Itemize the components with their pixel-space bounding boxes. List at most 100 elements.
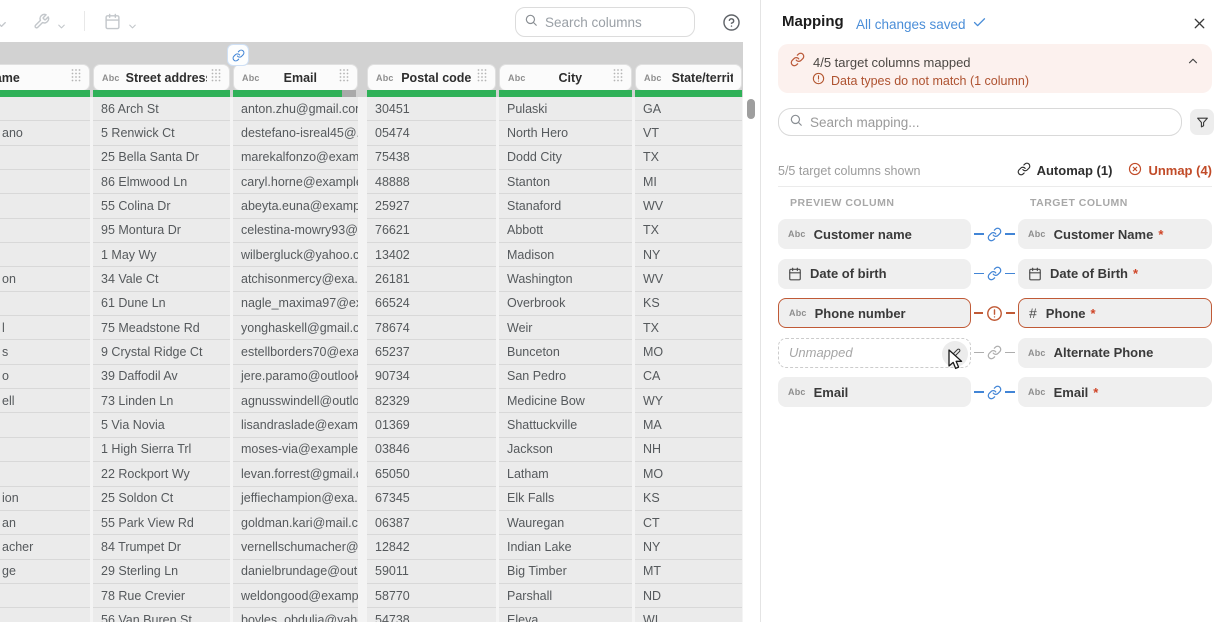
drag-handle-icon[interactable] bbox=[211, 69, 221, 87]
target-column-pill[interactable]: AbcCustomer Name* bbox=[1018, 219, 1212, 249]
table-cell[interactable]: 95 Montura Dr bbox=[93, 219, 230, 243]
calendar-icon[interactable] bbox=[104, 13, 121, 35]
table-cell[interactable]: estellborders70@exa... bbox=[233, 340, 358, 364]
table-cell[interactable]: 84 Trumpet Dr bbox=[93, 535, 230, 559]
table-cell[interactable]: 78 Rue Crevier bbox=[93, 584, 230, 608]
table-cell[interactable]: danielbrundage@outl... bbox=[233, 560, 358, 584]
table-cell[interactable]: Indian Lake bbox=[499, 535, 632, 559]
table-cell[interactable]: 66524 bbox=[367, 292, 496, 316]
table-cell[interactable] bbox=[0, 170, 90, 194]
column-header-postal-code[interactable]: AbcPostal code bbox=[367, 64, 496, 91]
table-cell[interactable]: NY bbox=[635, 535, 742, 559]
search-mapping-input[interactable] bbox=[810, 115, 1171, 130]
table-cell[interactable]: s bbox=[0, 340, 90, 364]
preview-column-pill[interactable]: AbcCustomer name bbox=[778, 219, 971, 249]
table-cell[interactable]: boyles_obdulia@yaho... bbox=[233, 608, 358, 622]
table-cell[interactable] bbox=[0, 608, 90, 622]
table-cell[interactable]: levan.forrest@gmail.c... bbox=[233, 462, 358, 486]
table-cell[interactable] bbox=[0, 97, 90, 121]
table-cell[interactable]: CT bbox=[635, 511, 742, 535]
link-icon[interactable] bbox=[987, 385, 1002, 400]
unmap-button[interactable]: Unmap (4) bbox=[1128, 162, 1212, 179]
table-cell[interactable]: l bbox=[0, 316, 90, 340]
table-cell[interactable]: Pulaski bbox=[499, 97, 632, 121]
table-cell[interactable]: marekalfonzo@exam... bbox=[233, 146, 358, 170]
table-cell[interactable]: anton.zhu@gmail.com bbox=[233, 97, 358, 121]
table-cell[interactable]: moses-via@example.... bbox=[233, 438, 358, 462]
table-cell[interactable]: Dodd City bbox=[499, 146, 632, 170]
table-cell[interactable]: Shattuckville bbox=[499, 413, 632, 437]
table-cell[interactable] bbox=[0, 219, 90, 243]
table-cell[interactable] bbox=[0, 146, 90, 170]
table-cell[interactable]: lisandraslade@exam... bbox=[233, 413, 358, 437]
preview-column-pill[interactable]: Date of birth bbox=[778, 259, 971, 289]
table-cell[interactable]: 73 Linden Ln bbox=[93, 389, 230, 413]
table-cell[interactable]: 1 May Wy bbox=[93, 243, 230, 267]
close-icon[interactable] bbox=[1189, 13, 1209, 33]
table-cell[interactable]: ge bbox=[0, 560, 90, 584]
table-cell[interactable]: ano bbox=[0, 121, 90, 145]
table-cell[interactable]: Stanaford bbox=[499, 194, 632, 218]
drag-handle-icon[interactable] bbox=[71, 69, 81, 87]
drag-handle-icon[interactable] bbox=[613, 69, 623, 87]
table-cell[interactable] bbox=[0, 438, 90, 462]
table-cell[interactable] bbox=[0, 584, 90, 608]
table-cell[interactable]: yonghaskell@gmail.c... bbox=[233, 316, 358, 340]
table-cell[interactable]: MT bbox=[635, 560, 742, 584]
chevron-up-icon[interactable] bbox=[1186, 54, 1200, 73]
table-cell[interactable]: ion bbox=[0, 487, 90, 511]
table-cell[interactable]: Wauregan bbox=[499, 511, 632, 535]
table-cell[interactable]: wilbergluck@yahoo.c... bbox=[233, 243, 358, 267]
preview-column-pill[interactable]: Unmapped bbox=[778, 338, 971, 368]
table-cell[interactable]: TX bbox=[635, 146, 742, 170]
table-cell[interactable]: 39 Daffodil Av bbox=[93, 365, 230, 389]
column-header-last-name[interactable]: Last name bbox=[0, 64, 90, 91]
table-cell[interactable]: 05474 bbox=[367, 121, 496, 145]
table-cell[interactable]: abeyta.euna@exampl... bbox=[233, 194, 358, 218]
table-cell[interactable]: 03846 bbox=[367, 438, 496, 462]
table-cell[interactable]: 13402 bbox=[367, 243, 496, 267]
link-icon[interactable] bbox=[987, 345, 1002, 360]
automap-button[interactable]: Automap (1) bbox=[1017, 162, 1113, 179]
table-cell[interactable]: 29 Sterling Ln bbox=[93, 560, 230, 584]
chevron-down-icon[interactable] bbox=[0, 17, 9, 37]
wrench-icon[interactable] bbox=[33, 13, 50, 35]
table-cell[interactable]: Medicine Bow bbox=[499, 389, 632, 413]
table-cell[interactable]: San Pedro bbox=[499, 365, 632, 389]
table-cell[interactable]: on bbox=[0, 267, 90, 291]
table-cell[interactable]: WI bbox=[635, 608, 742, 622]
table-cell[interactable]: Elk Falls bbox=[499, 487, 632, 511]
table-cell[interactable]: 25 Bella Santa Dr bbox=[93, 146, 230, 170]
table-cell[interactable]: an bbox=[0, 511, 90, 535]
table-cell[interactable]: jere.paramo@outlook... bbox=[233, 365, 358, 389]
drag-handle-icon[interactable] bbox=[477, 69, 487, 87]
table-cell[interactable]: North Hero bbox=[499, 121, 632, 145]
column-header-street-address[interactable]: AbcStreet address bbox=[93, 64, 230, 91]
column-header-state-territory[interactable]: AbcState/territory bbox=[635, 64, 742, 91]
table-cell[interactable]: 75438 bbox=[367, 146, 496, 170]
preview-column-pill[interactable]: AbcPhone number bbox=[778, 298, 971, 328]
table-cell[interactable]: Overbrook bbox=[499, 292, 632, 316]
table-cell[interactable]: 86 Arch St bbox=[93, 97, 230, 121]
table-cell[interactable]: vernellschumacher@... bbox=[233, 535, 358, 559]
table-cell[interactable]: 76621 bbox=[367, 219, 496, 243]
table-cell[interactable] bbox=[0, 413, 90, 437]
table-cell[interactable]: 25927 bbox=[367, 194, 496, 218]
table-cell[interactable]: Madison bbox=[499, 243, 632, 267]
table-cell[interactable]: ND bbox=[635, 584, 742, 608]
table-cell[interactable]: 82329 bbox=[367, 389, 496, 413]
table-cell[interactable]: Eleva bbox=[499, 608, 632, 622]
table-cell[interactable]: Weir bbox=[499, 316, 632, 340]
column-header-email[interactable]: AbcEmail bbox=[233, 64, 358, 91]
drag-handle-icon[interactable] bbox=[339, 69, 349, 87]
table-cell[interactable]: destefano-isreal45@... bbox=[233, 121, 358, 145]
table-cell[interactable] bbox=[0, 243, 90, 267]
table-cell[interactable]: GA bbox=[635, 97, 742, 121]
table-cell[interactable]: goldman.kari@mail.c... bbox=[233, 511, 358, 535]
chevron-down-icon[interactable] bbox=[127, 19, 138, 37]
table-cell[interactable]: jeffiechampion@exa... bbox=[233, 487, 358, 511]
table-cell[interactable]: 48888 bbox=[367, 170, 496, 194]
table-cell[interactable]: 12842 bbox=[367, 535, 496, 559]
vertical-scrollbar-thumb[interactable] bbox=[747, 99, 755, 119]
table-cell[interactable]: 5 Via Novia bbox=[93, 413, 230, 437]
